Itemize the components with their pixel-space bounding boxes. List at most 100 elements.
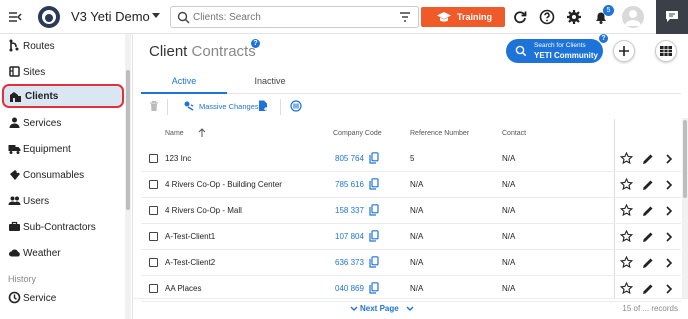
company-code-link[interactable]: 040 869: [335, 284, 364, 293]
table-row[interactable]: 4 Rivers Co-Op - Mall 158 337 N/A N/A: [141, 198, 681, 224]
edit-icon[interactable]: [642, 283, 654, 295]
copy-icon[interactable]: [369, 282, 379, 294]
sidebar-item-weather[interactable]: Weather: [0, 241, 124, 265]
sort-arrow-icon[interactable]: [198, 128, 206, 138]
chevron-right-icon[interactable]: [665, 206, 673, 216]
company-code-link[interactable]: 785 616: [335, 180, 364, 189]
add-button[interactable]: [613, 40, 635, 62]
client-name[interactable]: A-Test-Client2: [165, 258, 215, 267]
subcontractors-icon: [9, 221, 20, 231]
star-icon[interactable]: [620, 204, 633, 217]
community-button-line1: Search for Clients: [534, 42, 586, 49]
sidebar-item-service-history[interactable]: Service: [0, 286, 124, 310]
help-dot-icon[interactable]: ?: [251, 39, 260, 48]
copy-icon[interactable]: [369, 256, 379, 268]
company-code-link[interactable]: 158 337: [335, 206, 364, 215]
chevron-right-icon[interactable]: [665, 154, 673, 164]
sidebar-item-services[interactable]: Services: [0, 111, 124, 135]
client-name[interactable]: A-Test-Client1: [165, 232, 215, 241]
sidebar-item-routes[interactable]: Routes: [0, 34, 124, 58]
row-checkbox[interactable]: [149, 206, 158, 215]
app-logo[interactable]: [38, 6, 60, 28]
scrollbar-thumb[interactable]: [683, 120, 687, 198]
table-row[interactable]: 4 Rivers Co-Op - Building Center 785 616 N…: [141, 172, 681, 198]
star-icon[interactable]: [620, 230, 633, 243]
client-name[interactable]: AA Places: [165, 284, 201, 293]
add-document-icon[interactable]: [257, 100, 269, 112]
row-checkbox[interactable]: [149, 284, 158, 293]
sidebar-item-sub-contractors[interactable]: Sub-Contractors: [0, 215, 124, 239]
massive-changes-icon[interactable]: [183, 100, 195, 112]
column-header-reference-number[interactable]: Reference Number: [410, 130, 469, 137]
row-checkbox[interactable]: [149, 232, 158, 241]
edit-icon[interactable]: [642, 205, 654, 217]
edit-icon[interactable]: [642, 231, 654, 243]
client-name[interactable]: 4 Rivers Co-Op - Mall: [165, 206, 242, 215]
column-header-contact[interactable]: Contact: [502, 130, 526, 137]
help-icon[interactable]: [539, 9, 555, 25]
columns-icon[interactable]: [290, 100, 302, 112]
company-code-link[interactable]: 805 764: [335, 154, 364, 163]
edit-icon[interactable]: [642, 179, 654, 191]
training-button[interactable]: Training: [421, 7, 505, 27]
copy-icon[interactable]: [369, 152, 379, 164]
table-scrollbar[interactable]: [682, 118, 688, 298]
chevron-right-icon[interactable]: [665, 180, 673, 190]
collapse-menu-icon[interactable]: [8, 10, 22, 24]
table-row[interactable]: A-Test-Client2 636 373 N/A N/A: [141, 250, 681, 276]
chevron-right-icon[interactable]: [665, 258, 673, 268]
edit-icon[interactable]: [642, 153, 654, 165]
next-page-button[interactable]: Next Page: [360, 304, 399, 313]
row-checkbox[interactable]: [149, 154, 158, 163]
toolbar-divider: [167, 99, 168, 115]
filter-icon[interactable]: [399, 11, 411, 23]
gear-icon[interactable]: [566, 9, 582, 25]
chevron-right-icon[interactable]: [665, 284, 673, 294]
row-checkbox[interactable]: [149, 180, 158, 189]
copy-icon[interactable]: [369, 230, 379, 242]
sidebar-item-consumables[interactable]: Consumables: [0, 163, 124, 187]
client-name[interactable]: 123 Inc: [165, 154, 191, 163]
sidebar-item-label: Sub-Contractors: [23, 222, 96, 233]
help-dot-icon[interactable]: ?: [599, 34, 608, 43]
scrollbar-thumb[interactable]: [126, 70, 130, 210]
view-toggle-button[interactable]: [655, 40, 677, 62]
table-row[interactable]: A-Test-Client1 107 804 N/A N/A: [141, 224, 681, 250]
massive-changes-button[interactable]: Massive Changes: [199, 102, 259, 111]
column-header-name[interactable]: Name: [165, 130, 184, 137]
column-header-company-code[interactable]: Company Code: [333, 130, 382, 137]
client-name[interactable]: 4 Rivers Co-Op - Building Center: [165, 180, 282, 189]
search-input[interactable]: [193, 10, 393, 25]
company-code-link[interactable]: 107 804: [335, 232, 364, 241]
sidebar-item-clients[interactable]: Clients: [2, 84, 124, 108]
sidebar-item-sites[interactable]: Sites: [0, 60, 124, 84]
trash-icon[interactable]: [148, 100, 160, 112]
copy-icon[interactable]: [369, 204, 379, 216]
chevron-down-icon[interactable]: [152, 13, 160, 18]
avatar[interactable]: [622, 6, 644, 28]
edit-icon[interactable]: [642, 257, 654, 269]
app-title[interactable]: V3 Yeti Demo: [71, 9, 150, 24]
sidebar-scrollbar[interactable]: [125, 34, 131, 319]
main-content: Client Contracts ? Search for Clients YE…: [134, 34, 688, 319]
copy-icon[interactable]: [369, 178, 379, 190]
star-icon[interactable]: [620, 256, 633, 269]
tab-active[interactable]: Active: [141, 70, 227, 94]
star-icon[interactable]: [620, 178, 633, 191]
sidebar-item-users[interactable]: Users: [0, 189, 124, 213]
search-community-button[interactable]: Search for Clients YETI Community: [506, 39, 603, 63]
table-row[interactable]: 123 Inc 805 764 5 N/A: [141, 146, 681, 172]
company-code-link[interactable]: 636 373: [335, 258, 364, 267]
refresh-icon[interactable]: [512, 9, 528, 25]
routes-icon: [9, 39, 19, 52]
search-bar[interactable]: [170, 6, 419, 28]
chat-button[interactable]: [656, 0, 688, 34]
chevron-right-icon[interactable]: [665, 232, 673, 242]
row-checkbox[interactable]: [149, 258, 158, 267]
sidebar-item-equipment[interactable]: Equipment: [0, 137, 124, 161]
chevron-down-icon[interactable]: [350, 306, 358, 312]
chevron-down-icon[interactable]: [406, 306, 414, 312]
star-icon[interactable]: [620, 152, 633, 165]
star-icon[interactable]: [620, 282, 633, 295]
tab-inactive[interactable]: Inactive: [227, 70, 313, 94]
